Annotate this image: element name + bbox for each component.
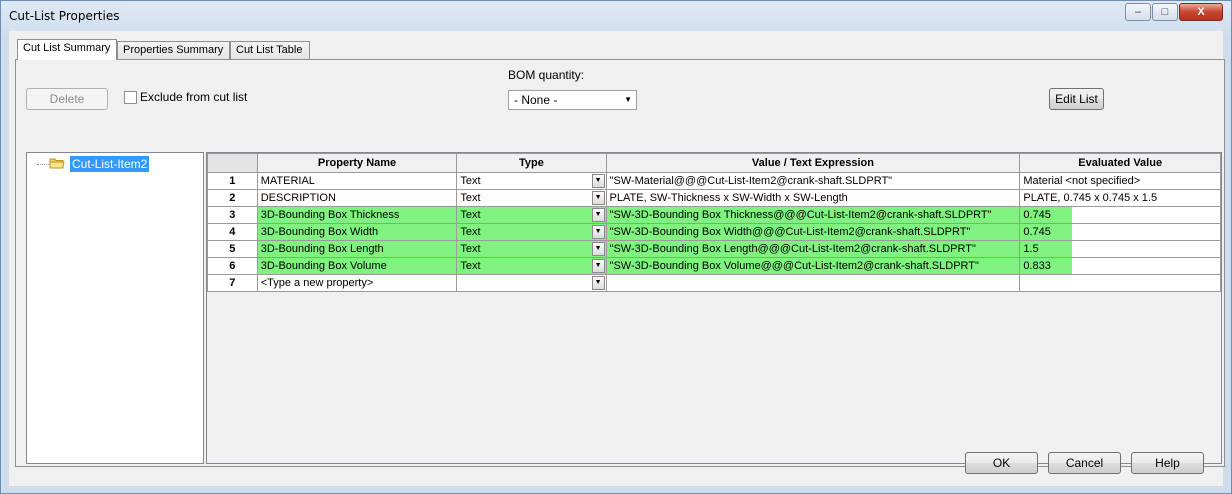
row-number[interactable]: 4	[207, 223, 258, 241]
chevron-down-icon[interactable]: ▼	[591, 259, 605, 273]
corner-cell[interactable]	[207, 153, 258, 173]
tab-properties-summary[interactable]: Properties Summary	[117, 41, 230, 59]
value-expression-cell[interactable]	[605, 274, 1021, 292]
evaluated-value: 1.5	[1023, 243, 1039, 255]
dialog-window: Cut-List Properties – □ X Cut List Summa…	[0, 0, 1232, 494]
delete-button[interactable]: Delete	[26, 88, 108, 110]
evaluated-value-cell: PLATE, 0.745 x 0.745 x 1.5	[1019, 189, 1221, 207]
value-expression-cell[interactable]: "SW-Material@@@Cut-List-Item2@crank-shaf…	[605, 172, 1021, 190]
bom-quantity-value: - None -	[514, 93, 558, 107]
row-number[interactable]: 1	[207, 172, 258, 190]
maximize-button[interactable]: □	[1152, 3, 1178, 21]
type-cell[interactable]: Text ▼	[456, 172, 607, 190]
chevron-down-icon[interactable]: ▼	[591, 208, 605, 222]
evaluated-value-cell: 0.833	[1019, 257, 1221, 275]
type-cell[interactable]: Text ▼	[456, 240, 607, 258]
bom-quantity-select[interactable]: - None - ▼	[508, 90, 637, 110]
properties-grid: Property Name Type Value / Text Expressi…	[206, 152, 1222, 464]
evaluated-value-cell: Material <not specified>	[1019, 172, 1221, 190]
folder-icon	[49, 158, 65, 169]
title-bar[interactable]: Cut-List Properties – □ X	[1, 1, 1231, 31]
value-expression-cell[interactable]: PLATE, SW-Thickness x SW-Width x SW-Leng…	[605, 189, 1021, 207]
property-name-cell[interactable]: MATERIAL	[256, 172, 458, 190]
minimize-button[interactable]: –	[1125, 3, 1151, 21]
row-number[interactable]: 3	[207, 206, 258, 224]
type-value: Text	[460, 260, 481, 272]
table-row[interactable]: 6 3D-Bounding Box Volume Text ▼ "SW-3D-Bound…	[207, 257, 1221, 275]
evaluated-value: 0.745	[1023, 226, 1051, 238]
property-name-cell[interactable]: 3D-Bounding Box Thickness	[256, 206, 458, 224]
row-number[interactable]: 2	[207, 189, 258, 207]
tab-cut-list-summary[interactable]: Cut List Summary	[17, 39, 117, 60]
table-row[interactable]: 1 MATERIAL Text ▼ "SW-Material@@@Cut-List-It…	[207, 172, 1221, 190]
table-row[interactable]: 5 3D-Bounding Box Length Text ▼ "SW-3D-Bound…	[207, 240, 1221, 258]
help-button[interactable]: Help	[1131, 452, 1204, 474]
cancel-button[interactable]: Cancel	[1048, 452, 1121, 474]
column-header[interactable]: Evaluated Value	[1019, 153, 1221, 173]
value-expression-cell[interactable]: "SW-3D-Bounding Box Width@@@Cut-List-Ite…	[605, 223, 1021, 241]
property-name-cell[interactable]: <Type a new property>	[256, 274, 458, 292]
type-value: Text	[460, 209, 481, 221]
exclude-checkbox[interactable]	[124, 91, 137, 104]
property-name-cell[interactable]: 3D-Bounding Box Length	[256, 240, 458, 258]
chevron-down-icon[interactable]: ▼	[591, 276, 605, 290]
type-value: Text	[460, 175, 481, 187]
type-cell[interactable]: Text ▼	[456, 206, 607, 224]
row-number[interactable]: 7	[207, 274, 258, 292]
column-header[interactable]: Value / Text Expression	[605, 153, 1021, 173]
type-value: Text	[460, 192, 481, 204]
column-header[interactable]: Type	[456, 153, 607, 173]
type-value: Text	[460, 243, 481, 255]
tree-item-label: Cut-List-Item2	[70, 156, 150, 172]
chevron-down-icon[interactable]: ▼	[591, 225, 605, 239]
type-cell[interactable]: Text ▼	[456, 223, 607, 241]
type-value: Text	[460, 226, 481, 238]
table-row[interactable]: 2 DESCRIPTION Text ▼ PLATE, SW-Thickness x S…	[207, 189, 1221, 207]
property-name-cell[interactable]: 3D-Bounding Box Width	[256, 223, 458, 241]
window-title: Cut-List Properties	[9, 9, 120, 23]
ok-button[interactable]: OK	[965, 452, 1038, 474]
row-number[interactable]: 6	[207, 257, 258, 275]
property-name-cell[interactable]: DESCRIPTION	[256, 189, 458, 207]
value-expression-cell[interactable]: "SW-3D-Bounding Box Volume@@@Cut-List-It…	[605, 257, 1021, 275]
exclude-label: Exclude from cut list	[140, 90, 248, 104]
evaluated-value: PLATE, 0.745 x 0.745 x 1.5	[1023, 192, 1158, 204]
edit-list-button[interactable]: Edit List	[1049, 88, 1104, 110]
type-cell[interactable]: Text ▼	[456, 189, 607, 207]
tree-connector	[37, 164, 49, 165]
row-number[interactable]: 5	[207, 240, 258, 258]
dialog-client: Cut List Summary Properties Summary Cut …	[9, 31, 1225, 486]
cut-list-tree: Cut-List-Item2	[26, 152, 204, 464]
chevron-down-icon[interactable]: ▼	[591, 174, 605, 188]
properties-table: Property Name Type Value / Text Expressi…	[207, 153, 1221, 292]
value-expression-cell[interactable]: "SW-3D-Bounding Box Thickness@@@Cut-List…	[605, 206, 1021, 224]
table-header-row: Property Name Type Value / Text Expressi…	[207, 153, 1221, 173]
evaluated-value-cell: 0.745	[1019, 206, 1221, 224]
property-name-cell[interactable]: 3D-Bounding Box Volume	[256, 257, 458, 275]
tab-panel: Delete Exclude from cut list BOM quantit…	[15, 59, 1225, 467]
table-row[interactable]: 4 3D-Bounding Box Width Text ▼ "SW-3D-Boundi…	[207, 223, 1221, 241]
evaluated-value: 0.745	[1023, 209, 1051, 221]
chevron-down-icon[interactable]: ▼	[591, 242, 605, 256]
type-cell[interactable]: ▼	[456, 274, 607, 292]
evaluated-value-cell: 0.745	[1019, 223, 1221, 241]
tab-cut-list-table[interactable]: Cut List Table	[230, 41, 310, 59]
column-header[interactable]: Property Name	[256, 153, 458, 173]
evaluated-value: Material <not specified>	[1023, 175, 1141, 187]
table-row[interactable]: 3 3D-Bounding Box Thickness Text ▼ "SW-3D-Bo…	[207, 206, 1221, 224]
evaluated-value-cell	[1019, 274, 1221, 292]
evaluated-value-cell: 1.5	[1019, 240, 1221, 258]
type-cell[interactable]: Text ▼	[456, 257, 607, 275]
value-expression-cell[interactable]: "SW-3D-Bounding Box Length@@@Cut-List-It…	[605, 240, 1021, 258]
chevron-down-icon[interactable]: ▼	[591, 191, 605, 205]
evaluated-value: 0.833	[1023, 260, 1051, 272]
close-button[interactable]: X	[1179, 3, 1223, 21]
chevron-down-icon: ▼	[624, 95, 632, 104]
bom-quantity-label: BOM quantity:	[508, 68, 585, 82]
table-row[interactable]: 7 <Type a new property> ▼	[207, 274, 1221, 292]
